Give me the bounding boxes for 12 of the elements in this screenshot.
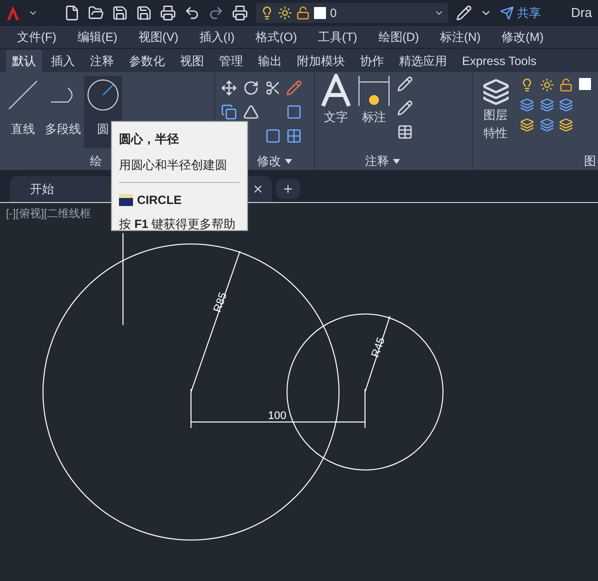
radius-dimension: R85 (190, 250, 240, 392)
panel-title: 修改 (257, 153, 281, 170)
linear-dimension: 100 (190, 388, 366, 428)
panel-title: 注释 (365, 153, 389, 170)
panel-title: 绘 (90, 153, 102, 170)
layer-name: 0 (330, 5, 338, 22)
window-title: Dra (571, 4, 592, 22)
help-hint: 按 F1 键获得更多帮助 (119, 216, 237, 233)
tooltip-title: 圆心，半径 (119, 131, 180, 148)
panel-title: 图 (584, 153, 597, 170)
tooltip-description: 用圆心和半径创建圆 (119, 157, 228, 174)
command-name: CIRCLE (137, 192, 182, 209)
